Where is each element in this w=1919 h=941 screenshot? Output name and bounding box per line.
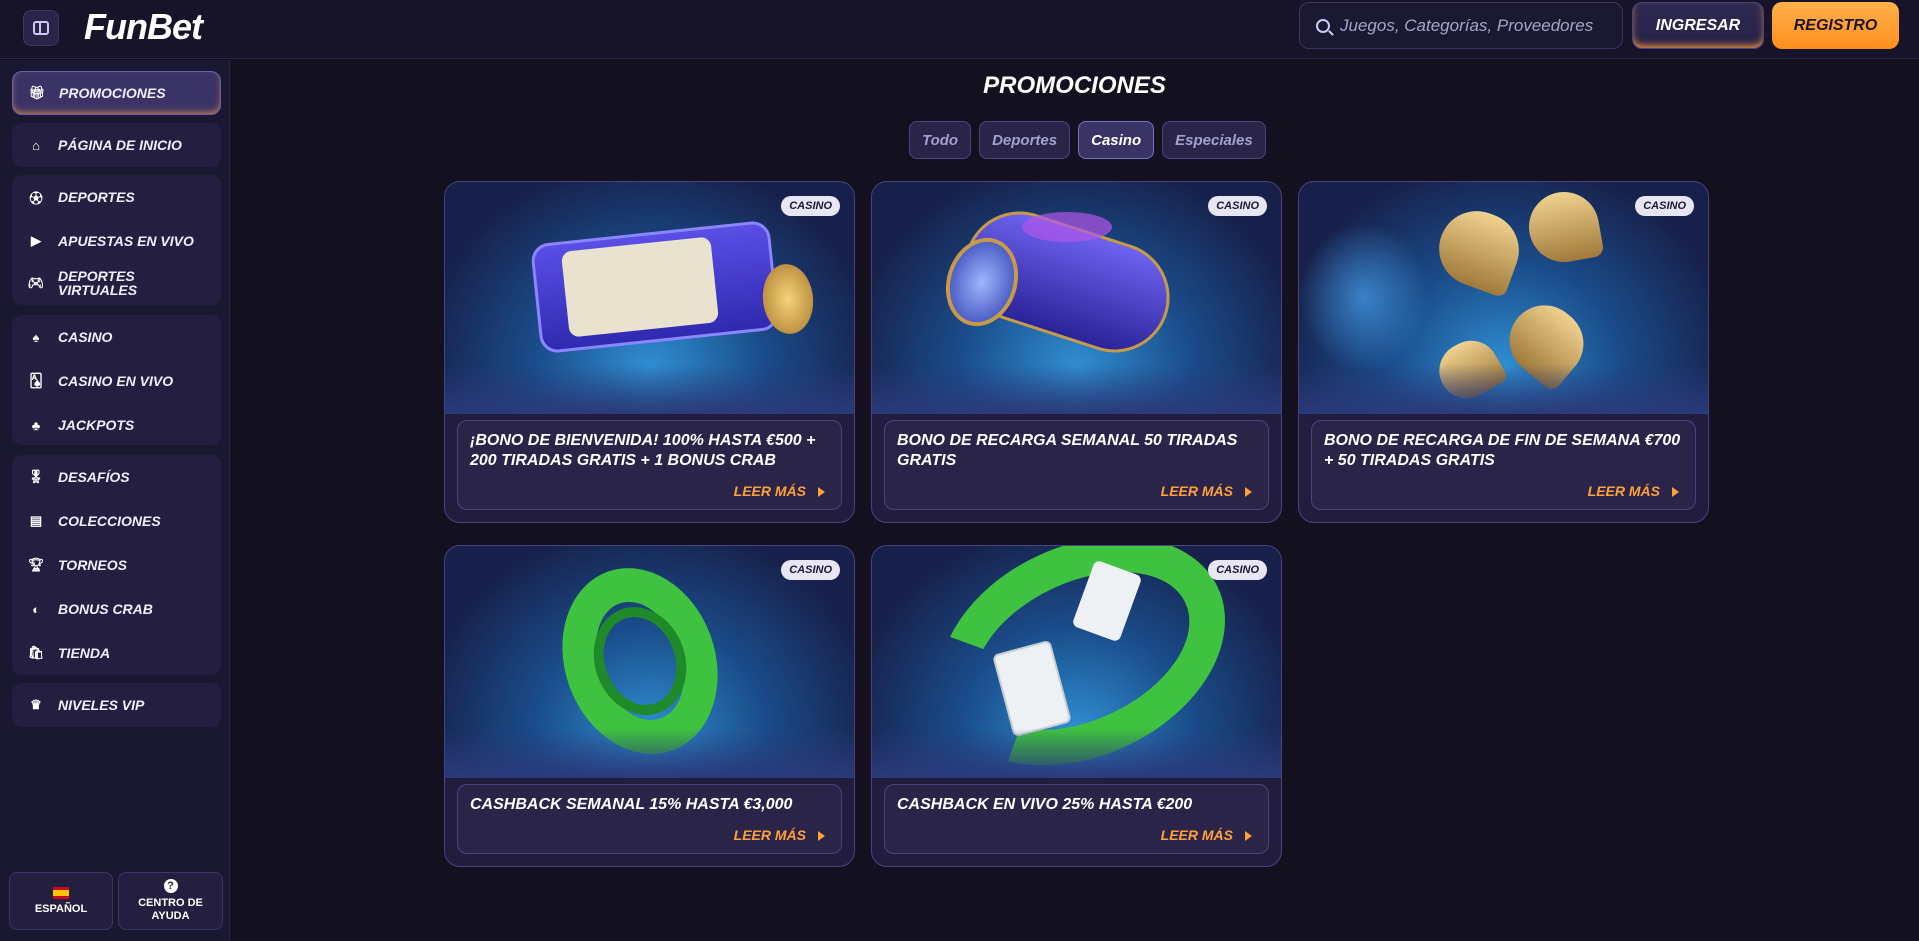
sidebar-item-bonus-crab[interactable]: ◐ BONUS CRAB — [12, 589, 221, 629]
slot-reel-image — [872, 182, 1281, 414]
search-input[interactable]: Juegos, Categorías, Proveedores — [1299, 2, 1623, 49]
card-caption: BONO DE RECARGA SEMANAL 50 TIRADAS GRATI… — [884, 420, 1269, 510]
card-caption: CASHBACK EN VIVO 25% HASTA €200 LEER MÁS — [884, 784, 1269, 854]
category-badge: CASINO — [1208, 560, 1267, 580]
card-caption: CASHBACK SEMANAL 15% HASTA €3,000 LEER M… — [457, 784, 842, 854]
top-header: FunBet Juegos, Categorías, Proveedores I… — [0, 0, 1919, 59]
sidebar-item-colecciones[interactable]: ▤ COLECCIONES — [12, 501, 221, 541]
gamepad-icon: 🎮︎ — [27, 275, 45, 290]
read-more-link[interactable]: LEER MÁS — [1161, 827, 1252, 843]
search-icon — [1316, 18, 1330, 33]
sidebar-item-jackpots[interactable]: ♣ JACKPOTS — [12, 405, 221, 445]
sidebar-icon — [33, 21, 49, 35]
sidebar-item-inicio[interactable]: ⌂ PÁGINA DE INICIO — [12, 125, 221, 165]
funbet-logo[interactable]: FunBet — [84, 6, 203, 48]
card-caption: ¡BONO DE BIENVENIDA! 100% HASTA €500 + 2… — [457, 420, 842, 510]
sidebar-item-tienda[interactable]: 🛍︎ TIENDA — [12, 633, 221, 673]
sidebar-item-torneos[interactable]: 🏆︎ TORNEOS — [12, 545, 221, 585]
promo-card[interactable]: CASINO BONO DE RECARGA DE FIN DE SEMANA … — [1298, 181, 1709, 523]
clover-icon: ♣ — [31, 417, 41, 433]
sidebar-group-extras: 🎖︎ DESAFÍOS ▤ COLECCIONES 🏆︎ TORNEOS ◐ BONUS… — [12, 455, 221, 675]
slot-machine-image — [445, 182, 854, 414]
sidebar-item-deportes-virtuales[interactable]: 🎮︎ DEPORTES VIRTUALES — [12, 263, 221, 303]
card-title: CASHBACK SEMANAL 15% HASTA €3,000 — [470, 796, 793, 813]
live-play-icon: ▶ — [31, 233, 41, 248]
tab-deportes[interactable]: Deportes — [979, 121, 1071, 159]
tab-todo[interactable]: Todo — [909, 121, 972, 159]
sidebar-item-apuestas-en-vivo[interactable]: ▶ APUESTAS EN VIVO — [12, 221, 221, 261]
page-title: PROMOCIONES — [983, 72, 1166, 99]
help-center-button[interactable]: ? CENTRO DE AYUDA — [118, 872, 223, 930]
card-title: BONO DE RECARGA SEMANAL 50 TIRADAS GRATI… — [897, 432, 1238, 469]
register-button[interactable]: REGISTRO — [1772, 2, 1899, 49]
sidebar-toggle-button[interactable] — [23, 10, 59, 46]
shop-icon: 🛍︎ — [27, 645, 45, 660]
casino-icon: ♠ — [32, 329, 40, 345]
read-more-link[interactable]: LEER MÁS — [1161, 483, 1252, 499]
sidebar-group-sports: ⚽︎ DEPORTES ▶ APUESTAS EN VIVO 🎮︎ DEPORTES … — [12, 175, 221, 305]
help-icon: ? — [163, 879, 178, 893]
spain-flag-icon — [53, 886, 69, 899]
search-placeholder: Juegos, Categorías, Proveedores — [1340, 15, 1594, 35]
crab-icon: ◐ — [32, 601, 40, 617]
read-more-link[interactable]: LEER MÁS — [734, 483, 825, 499]
login-button[interactable]: INGRESAR — [1632, 2, 1764, 49]
live-cashback-image — [872, 546, 1281, 810]
promo-tabs: Todo Deportes Casino Especiales — [909, 121, 1266, 159]
sidebar-group-vip: ♛ NIVELES VIP — [12, 683, 221, 727]
sidebar: 🎁︎ PROMOCIONES ⌂ PÁGINA DE INICIO ⚽︎ DEPORT… — [0, 60, 230, 941]
card-title: CASHBACK EN VIVO 25% HASTA €200 — [897, 796, 1193, 813]
card-title: BONO DE RECARGA DE FIN DE SEMANA €700 + … — [1324, 432, 1681, 469]
promo-card[interactable]: CASINO CASHBACK SEMANAL 15% HASTA €3,000… — [444, 545, 855, 867]
crown-icon: ♛ — [30, 697, 42, 712]
soccer-ball-icon: ⚽︎ — [29, 190, 43, 206]
read-more-link[interactable]: LEER MÁS — [1588, 483, 1679, 499]
cashback-money-image — [445, 546, 854, 778]
language-button[interactable]: ESPAÑOL — [9, 872, 113, 930]
sidebar-item-deportes[interactable]: ⚽︎ DEPORTES — [12, 177, 221, 217]
sidebar-item-promociones[interactable]: 🎁︎ PROMOCIONES — [12, 71, 221, 115]
read-more-link[interactable]: LEER MÁS — [734, 827, 825, 843]
promo-card[interactable]: CASINO ¡BONO DE BIENVENIDA! 100% HASTA €… — [444, 181, 855, 523]
sidebar-item-niveles-vip[interactable]: ♛ NIVELES VIP — [12, 685, 221, 725]
cards-icon: 🂡 — [29, 373, 43, 388]
category-badge: CASINO — [1635, 196, 1694, 216]
sidebar-group-home: ⌂ PÁGINA DE INICIO — [12, 123, 221, 167]
sidebar-group-casino: ♠ CASINO 🂡 CASINO EN VIVO ♣ JACKPOTS — [12, 315, 221, 445]
card-title: ¡BONO DE BIENVENIDA! 100% HASTA €500 + 2… — [470, 432, 816, 469]
gift-icon: 🎁︎ — [28, 85, 46, 100]
category-badge: CASINO — [1208, 196, 1267, 216]
home-icon: ⌂ — [32, 137, 40, 153]
promo-card[interactable]: CASINO BONO DE RECARGA SEMANAL 50 TIRADA… — [871, 181, 1282, 523]
card-caption: BONO DE RECARGA DE FIN DE SEMANA €700 + … — [1311, 420, 1696, 510]
category-badge: CASINO — [781, 560, 840, 580]
medal-icon: 🎖︎ — [27, 469, 45, 484]
tab-casino[interactable]: Casino — [1078, 121, 1155, 159]
tab-especiales[interactable]: Especiales — [1162, 121, 1266, 159]
hearts-image — [1299, 182, 1708, 414]
sidebar-item-desafios[interactable]: 🎖︎ DESAFÍOS — [12, 457, 221, 497]
promo-card[interactable]: CASINO CASHBACK EN VIVO 25% HASTA €200 L… — [871, 545, 1282, 867]
trophy-icon: 🏆︎ — [27, 557, 45, 572]
sidebar-item-casino[interactable]: ♠ CASINO — [12, 317, 221, 357]
collection-icon: ▤ — [29, 513, 43, 528]
category-badge: CASINO — [781, 196, 840, 216]
sidebar-item-casino-en-vivo[interactable]: 🂡 CASINO EN VIVO — [12, 361, 221, 401]
